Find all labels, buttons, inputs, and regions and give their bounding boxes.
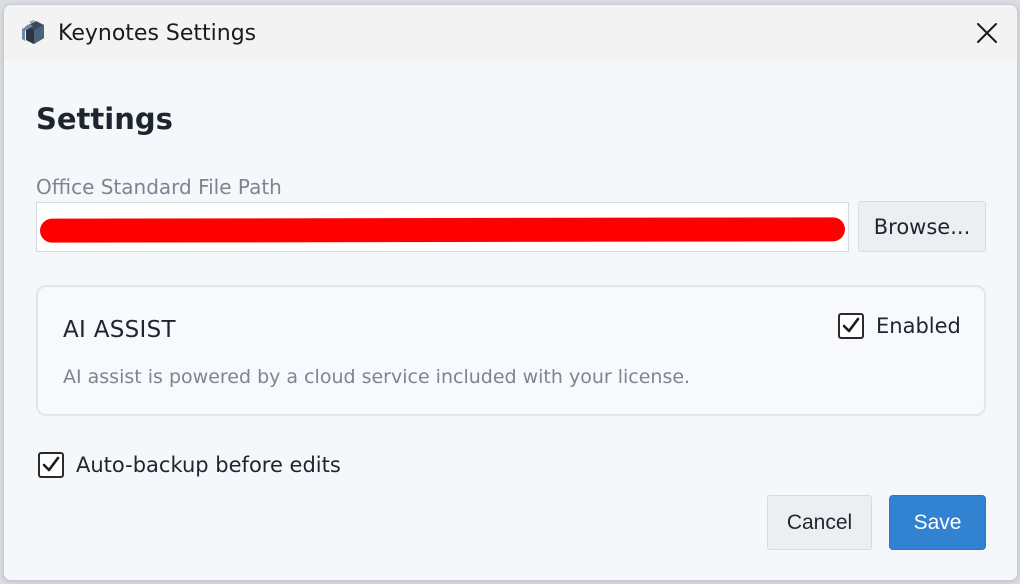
ai-assist-title: AI ASSIST <box>63 317 176 343</box>
dialog-content: Settings Office Standard File Path Brows… <box>4 61 1017 580</box>
enabled-label: Enabled <box>876 314 961 338</box>
auto-backup-toggle[interactable]: Auto-backup before edits <box>38 452 341 478</box>
close-button[interactable] <box>971 17 1003 49</box>
file-path-label: Office Standard File Path <box>36 175 282 199</box>
auto-backup-checkbox[interactable] <box>38 452 64 478</box>
close-icon <box>977 23 997 43</box>
settings-dialog: Keynotes Settings Settings Office Standa… <box>3 4 1018 581</box>
redaction-mark <box>39 217 846 243</box>
save-button[interactable]: Save <box>889 495 986 550</box>
checkmark-icon <box>42 456 60 472</box>
keynotes-app-icon <box>18 18 48 48</box>
ai-assist-enabled-toggle[interactable]: Enabled <box>838 313 961 339</box>
title-bar: Keynotes Settings <box>4 5 1017 61</box>
page-title: Settings <box>36 102 173 136</box>
cancel-button[interactable]: Cancel <box>767 495 872 550</box>
window-title: Keynotes Settings <box>58 21 257 46</box>
checkmark-icon <box>842 317 860 333</box>
ai-assist-card: AI ASSIST AI assist is powered by a clou… <box>36 285 986 416</box>
browse-button[interactable]: Browse... <box>858 201 986 252</box>
auto-backup-label: Auto-backup before edits <box>76 453 341 477</box>
ai-assist-description: AI assist is powered by a cloud service … <box>63 366 691 388</box>
enabled-checkbox[interactable] <box>838 313 864 339</box>
